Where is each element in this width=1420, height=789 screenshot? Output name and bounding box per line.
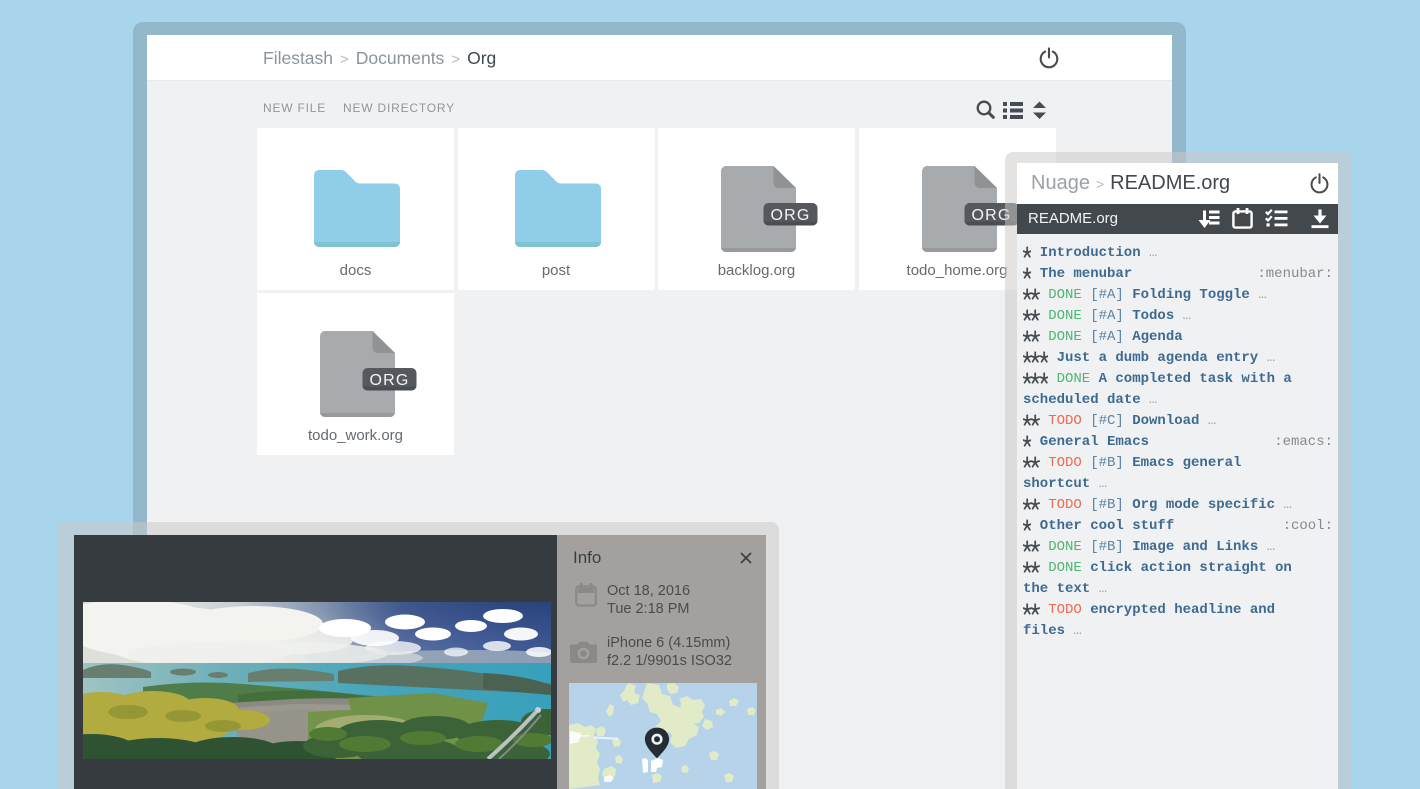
svg-text:ORG: ORG [770, 207, 810, 224]
svg-text:ORG: ORG [369, 372, 409, 389]
